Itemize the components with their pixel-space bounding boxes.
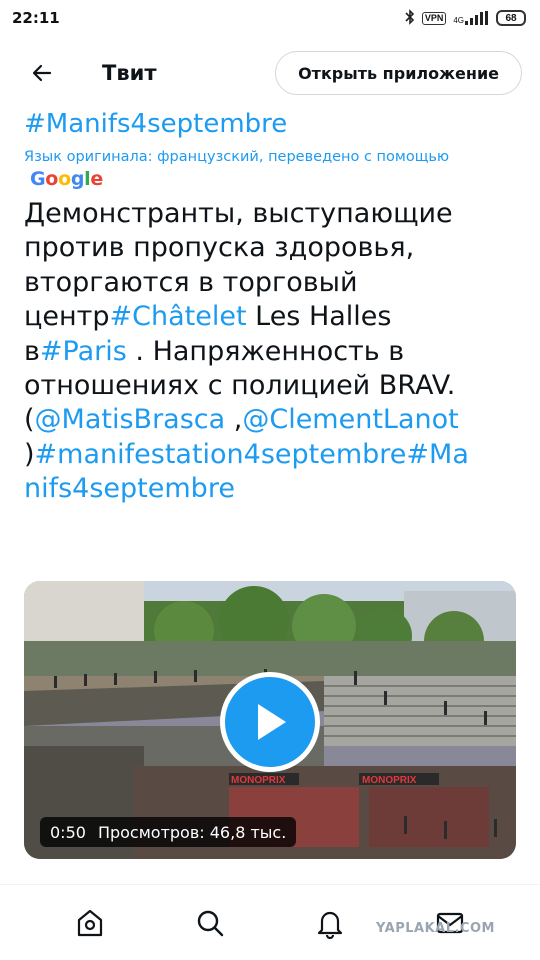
tweet-line: Демонстранты, выступающие (24, 198, 453, 229)
video-duration: 0:50 (50, 822, 86, 842)
tweet-line: вторгаются в торговый (24, 266, 358, 298)
video-player[interactable]: MONOPRIX MONOPRIX 0:50 Просмотров: 46,8 … (24, 581, 516, 859)
tweet-line: отношениях с полицией BRAV. (24, 370, 456, 402)
translation-note[interactable]: Язык оригинала: французский, переведено … (24, 148, 524, 166)
google-logo-letter: e (90, 168, 103, 190)
tweet-line: против пропуска здоровья, (24, 232, 415, 264)
tweet-text: Демонстранты, выступающие против пропуск… (24, 197, 524, 507)
tweet-line: центр#Châtelet Les Halles (24, 300, 524, 334)
google-logo: Google (30, 166, 524, 192)
vpn-badge: VPN (421, 11, 447, 25)
search-icon (197, 910, 224, 936)
view-count: Просмотров: 46,8 тыс. (97, 822, 287, 842)
bluetooth-icon (405, 8, 415, 28)
hashtag-chatelet-link[interactable]: #Châtelet (110, 301, 247, 332)
network-type: 4G (453, 16, 464, 25)
text-span: в (24, 335, 40, 367)
watermark: YAPLAKAL.COM (376, 921, 495, 936)
store-sign: MONOPRIX (231, 775, 286, 786)
google-logo-letter: o (45, 168, 59, 190)
text-span: Les Halles (246, 301, 392, 333)
play-button[interactable] (220, 672, 320, 772)
tweet-line: в#Paris . Напряженность в (24, 335, 524, 369)
google-logo-letter: g (70, 168, 85, 190)
page-title: Твит (102, 61, 157, 85)
google-logo-letter: G (30, 168, 46, 190)
tweet-line: )#manifestation4septembre#Ma (24, 438, 524, 472)
text-span: . Напряженность в (126, 335, 405, 367)
text-span: ( (24, 404, 35, 436)
top-app-bar: Твит Открыть приложение (0, 36, 540, 110)
nav-home[interactable] (60, 893, 120, 953)
home-icon (77, 909, 103, 936)
store-sign: MONOPRIX (362, 775, 417, 786)
hashtag-manifestation-link[interactable]: #manifestation4septembre#Ma (35, 439, 469, 470)
mention-clementlanot-link[interactable]: @ClementLanot (242, 404, 458, 435)
nav-search[interactable] (180, 893, 240, 953)
tweet-content: #Manifs4septembre Язык оригинала: францу… (24, 104, 524, 507)
open-app-button[interactable]: Открыть приложение (275, 51, 522, 95)
hashtag-link[interactable]: #Manifs4septembre (24, 104, 524, 144)
clock: 22:11 (12, 9, 60, 27)
status-bar: 22:11 VPN 4G 68 (0, 0, 540, 36)
mention-matisbrasca-link[interactable]: @MatisBrasca (35, 404, 226, 435)
nav-notifications[interactable] (300, 893, 360, 953)
video-info-overlay: 0:50 Просмотров: 46,8 тыс. (40, 817, 297, 847)
tweet-line: nifs4septembre (24, 472, 524, 506)
text-span: , (225, 404, 243, 436)
tweet-line: (@MatisBrasca ,@ClementLanot (24, 403, 524, 437)
battery-icon: 68 (496, 10, 526, 26)
hashtag-paris-link[interactable]: #Paris (40, 336, 127, 367)
google-logo-letter: o (58, 168, 71, 190)
status-icons: VPN 4G 68 (405, 8, 526, 28)
bell-icon (317, 911, 343, 939)
arrow-left-icon (32, 64, 52, 82)
text-span: ) (24, 438, 35, 470)
signal-icon: 4G (453, 11, 489, 25)
text-span: центр (24, 301, 110, 333)
play-icon (258, 704, 286, 740)
hashtag-manifs-link[interactable]: nifs4septembre (24, 473, 235, 504)
back-button[interactable] (26, 57, 58, 89)
